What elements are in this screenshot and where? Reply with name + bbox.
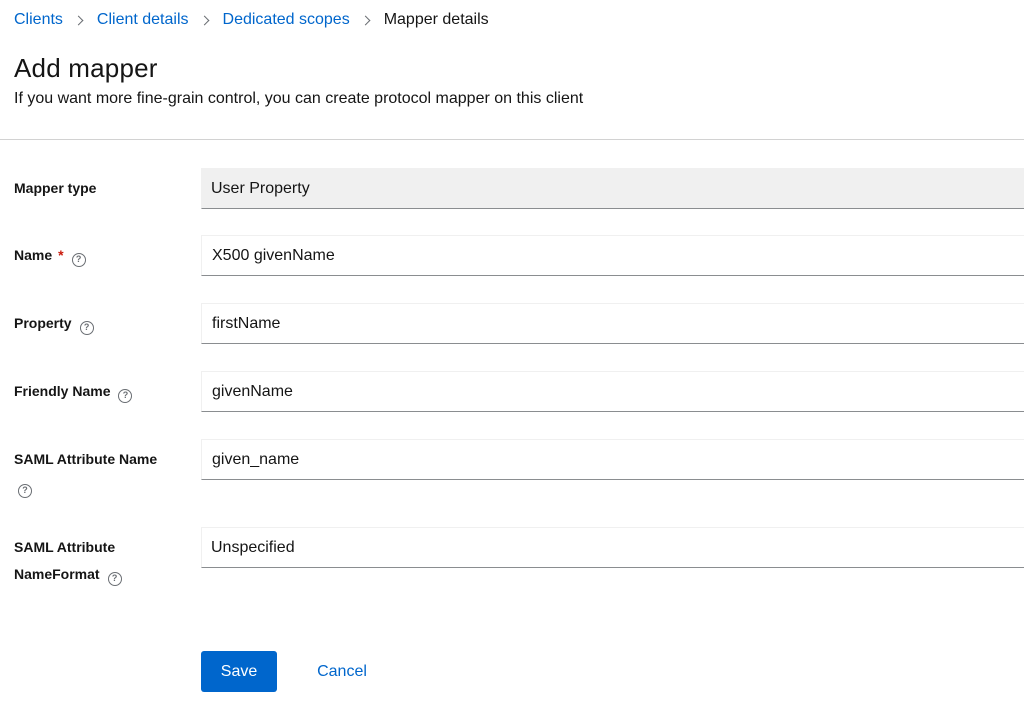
help-icon[interactable]: ? xyxy=(107,571,122,586)
save-button[interactable]: Save xyxy=(201,651,277,692)
friendly-name-label-text: Friendly Name xyxy=(14,383,111,399)
saml-attribute-nameformat-label-line1: SAML Attribute xyxy=(14,539,116,555)
header-divider xyxy=(0,139,1024,140)
required-indicator: * xyxy=(58,247,64,263)
saml-attribute-nameformat-label-line2: NameFormat xyxy=(14,566,100,582)
mapper-type-label-text: Mapper type xyxy=(14,180,97,196)
breadcrumb: Clients Client details Dedicated scopes … xyxy=(14,10,489,30)
saml-attribute-name-label-text: SAML Attribute Name xyxy=(14,451,158,467)
breadcrumb-link-client-details[interactable]: Client details xyxy=(97,10,189,30)
friendly-name-input[interactable] xyxy=(201,371,1024,412)
chevron-right-icon xyxy=(199,15,209,25)
mapper-type-label: Mapper type xyxy=(14,175,189,202)
page-subtitle: If you want more fine-grain control, you… xyxy=(14,90,584,107)
name-label-text: Name xyxy=(14,247,53,263)
saml-attribute-nameformat-label: SAML Attribute NameFormat? xyxy=(14,534,189,588)
help-icon[interactable]: ? xyxy=(118,388,133,403)
cancel-button[interactable]: Cancel xyxy=(300,651,384,692)
saml-attribute-nameformat-value: Unspecified xyxy=(211,538,295,556)
saml-attribute-nameformat-select[interactable]: Unspecified xyxy=(201,527,1024,568)
chevron-right-icon xyxy=(360,15,371,25)
help-icon[interactable]: ? xyxy=(71,252,86,267)
chevron-right-icon xyxy=(73,15,84,25)
help-icon[interactable]: ? xyxy=(79,320,94,335)
property-label-text: Property xyxy=(14,315,72,331)
saml-attribute-name-input[interactable] xyxy=(201,439,1024,480)
mapper-type-value: User Property xyxy=(211,179,310,197)
name-input[interactable] xyxy=(201,235,1024,276)
help-icon[interactable]: ? xyxy=(18,483,32,498)
mapper-type-field: User Property xyxy=(201,168,1024,209)
page-title: Add mapper xyxy=(14,53,158,83)
breadcrumb-current: Mapper details xyxy=(383,11,489,28)
breadcrumb-link-dedicated-scopes[interactable]: Dedicated scopes xyxy=(223,10,350,30)
breadcrumb-link-clients[interactable]: Clients xyxy=(14,10,63,30)
saml-attribute-name-label: SAML Attribute Name ? xyxy=(14,446,189,500)
property-input[interactable] xyxy=(201,303,1024,344)
property-label: Property? xyxy=(14,310,189,337)
name-label: Name *? xyxy=(14,242,189,269)
friendly-name-label: Friendly Name? xyxy=(14,378,189,405)
